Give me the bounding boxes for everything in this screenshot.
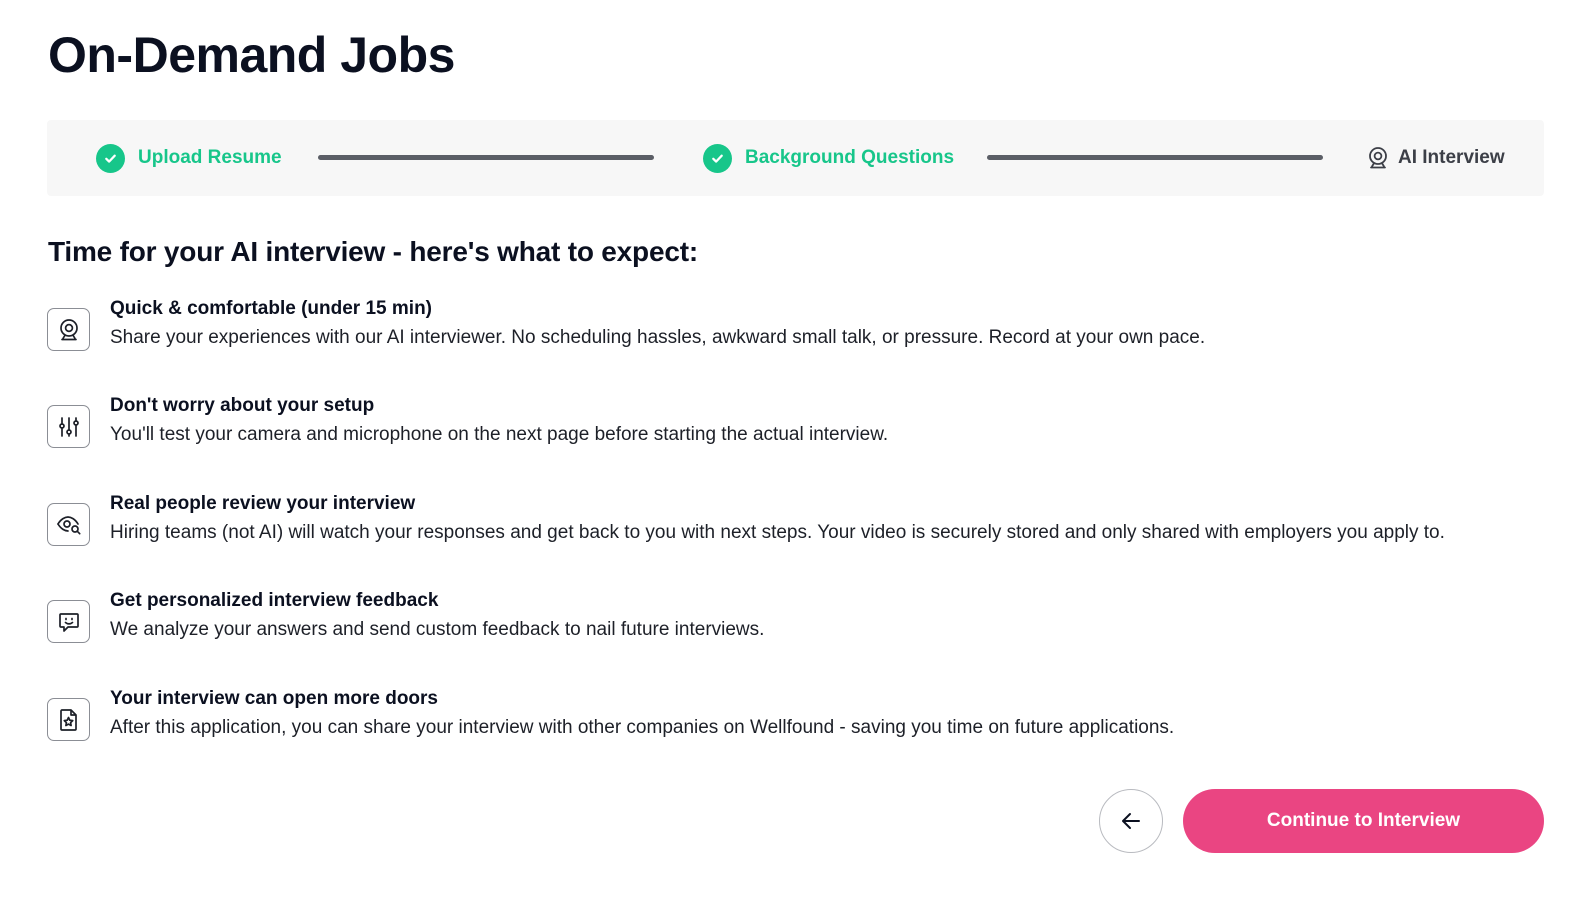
feature-description: You'll test your camera and microphone o…	[110, 424, 889, 445]
feature-title: Get personalized interview feedback	[110, 590, 439, 611]
step-label: Background Questions	[745, 147, 955, 168]
progress-stepper: Upload Resume Background Questions AI In…	[47, 120, 1544, 196]
document-star-icon	[47, 698, 90, 741]
feature-title: Don't worry about your setup	[110, 395, 375, 416]
step-connector	[318, 155, 654, 160]
step-label: AI Interview	[1398, 147, 1505, 168]
feature-item: Your interview can open more doors After…	[47, 688, 1547, 768]
step-upload-resume: Upload Resume	[96, 120, 282, 196]
arrow-left-icon	[1120, 810, 1142, 832]
chat-smile-icon	[47, 600, 90, 643]
section-heading: Time for your AI interview - here's what…	[48, 236, 698, 267]
feature-title: Your interview can open more doors	[110, 688, 438, 709]
feature-item: Don't worry about your setup You'll test…	[47, 395, 1547, 475]
page-title: On-Demand Jobs	[48, 27, 455, 83]
webcam-icon	[47, 308, 90, 351]
step-background-questions: Background Questions	[703, 120, 954, 196]
continue-to-interview-button[interactable]: Continue to Interview	[1183, 789, 1544, 853]
step-label: Upload Resume	[138, 147, 282, 168]
feature-description: Hiring teams (not AI) will watch your re…	[110, 522, 1445, 543]
step-connector	[987, 155, 1323, 160]
step-ai-interview: AI Interview	[1367, 120, 1505, 196]
feature-description: After this application, you can share yo…	[110, 717, 1175, 738]
back-button[interactable]	[1099, 789, 1163, 853]
check-icon	[96, 143, 125, 173]
feature-title: Real people review your interview	[110, 493, 416, 514]
feature-item: Get personalized interview feedback We a…	[47, 590, 1547, 670]
feature-title: Quick & comfortable (under 15 min)	[110, 298, 432, 319]
eye-search-icon	[47, 503, 90, 546]
check-icon	[703, 143, 732, 173]
sliders-icon	[47, 405, 90, 448]
feature-description: We analyze your answers and send custom …	[110, 619, 765, 640]
feature-item: Quick & comfortable (under 15 min) Share…	[47, 298, 1547, 378]
feature-description: Share your experiences with our AI inter…	[110, 327, 1206, 348]
feature-item: Real people review your interview Hiring…	[47, 493, 1547, 573]
webcam-icon	[1367, 146, 1389, 170]
